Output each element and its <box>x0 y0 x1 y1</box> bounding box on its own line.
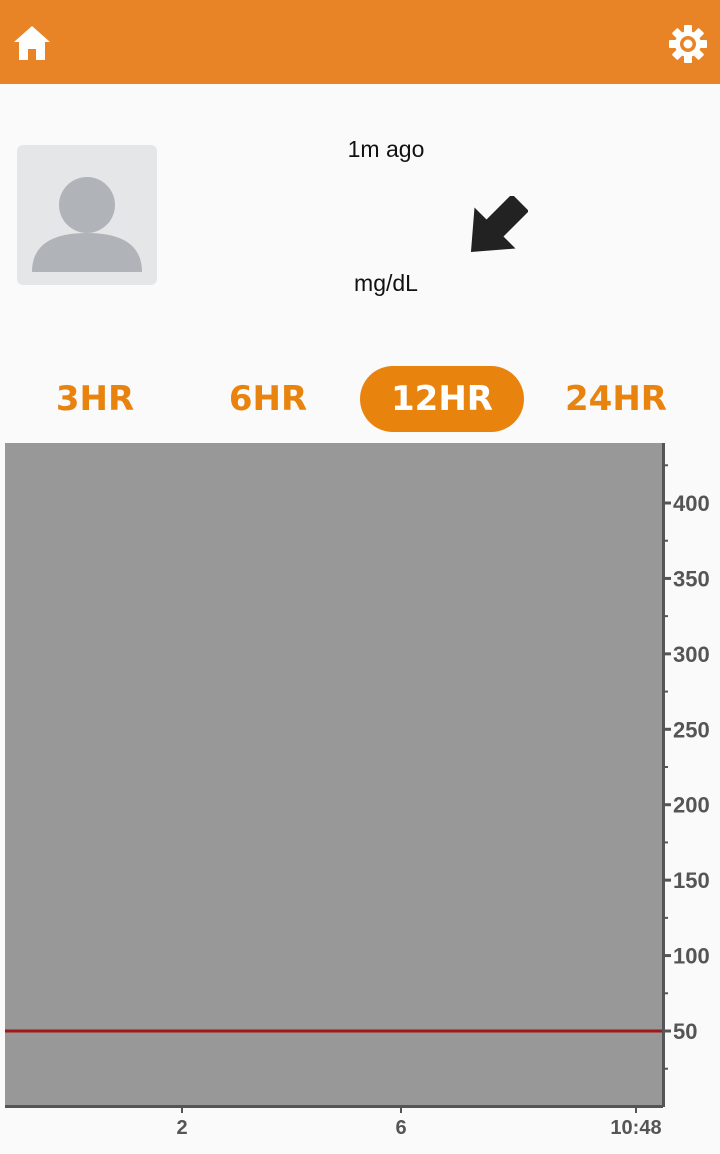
y-tick-label: 50 <box>673 1019 697 1044</box>
x-tick-label: 10:48 <box>610 1117 661 1139</box>
x-tick-label: 6 <box>395 1117 406 1139</box>
y-tick-label: 150 <box>673 868 710 893</box>
y-tick-label: 250 <box>673 717 710 742</box>
home-icon[interactable] <box>12 24 52 62</box>
y-tick-label: 400 <box>673 491 710 516</box>
range-tab-24hr[interactable]: 24HR <box>556 366 676 432</box>
x-tick-label: 2 <box>176 1117 187 1139</box>
range-tab-12hr[interactable]: 12HR <box>360 366 524 432</box>
gear-icon[interactable] <box>668 24 708 64</box>
person-icon <box>32 177 142 272</box>
range-tab-6hr[interactable]: 6HR <box>210 366 326 432</box>
app-header <box>0 0 720 84</box>
avatar <box>17 145 157 285</box>
glucose-units: mg/dL <box>354 270 418 296</box>
arrow-down-right-icon <box>470 196 528 253</box>
y-tick-label: 200 <box>673 793 710 818</box>
range-tab-3hr[interactable]: 3HR <box>40 366 150 432</box>
y-tick-label: 100 <box>673 944 710 969</box>
y-tick-label: 350 <box>673 566 710 591</box>
glucose-chart: 50 100 150 200 250 300 350 400 2 6 10:48 <box>5 443 710 1139</box>
plot-area <box>5 443 663 1106</box>
last-reading-time: 1m ago <box>347 136 425 162</box>
y-tick-label: 300 <box>673 642 710 667</box>
